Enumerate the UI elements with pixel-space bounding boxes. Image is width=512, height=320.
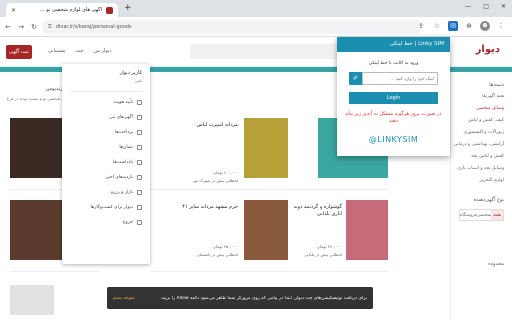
linkysim-popup: Linky SIM | خط لینکی ورود به اکانت با خط… [337,37,450,156]
clock-icon [137,175,142,180]
listing-price: ۲۸۰,۰۰۰ تومان [317,244,342,249]
sidebar-item-cosmetics[interactable]: آرایشی، بهداشتی و درمانی [454,142,504,147]
listing-meta: لحظاتی پیش در بلدانی [304,252,342,257]
reload-icon[interactable]: ↻ [29,23,39,31]
segment-personal[interactable]: شخصی [477,210,491,220]
browser-tab[interactable]: آگهی های لوازم شخصی تو ... ✕ [6,3,118,17]
sidebar-item-clothing[interactable]: کیف، کفش و لباس [459,118,504,123]
listing-card[interactable]: جرم مشهد مردانه سایز ۴۱ ۴۵۰,۰۰۰ تومان لح… [150,200,290,272]
segment-store[interactable]: فروشگاه [460,210,477,220]
menu-item-payments[interactable]: پرداخت‌ها [70,130,142,135]
shield-icon [137,100,142,105]
sidebar-heading: دسته‌ها [489,82,504,88]
toast-message: برای دریافت نوتیفیکیشن‌های چت دیوار، ابت… [160,295,367,301]
segment-all[interactable]: همه [491,210,503,220]
listing-image [244,200,290,260]
menu-dots-icon[interactable]: ⋮ [496,21,506,31]
menu-item-logout[interactable]: خروج [70,220,142,225]
listing-title: مردانه اسپرت لباس [196,122,238,128]
user-menu-dropdown: کاربر دیوار تلفن تأیید هویت آگهی‌های من … [62,64,150,264]
support-warning: در صورت بروز هرگونه مشکل به آیدی زیر پیا… [345,111,442,124]
close-window-button[interactable]: ✕ [501,3,506,10]
list-icon [137,115,142,120]
menu-item-bookmarks[interactable]: نشان‌ها [70,145,142,150]
site-favicon-icon [106,6,113,14]
sidebar-area-heading[interactable]: محدوده [459,261,504,267]
post-ad-button[interactable]: ثبت آگهی [6,45,32,59]
sidebar-item-jewelry[interactable]: زیورآلات و اکسسوری [459,130,504,135]
maximize-button[interactable]: □ [483,3,489,10]
url-text: divar.ir/s/karaj/personal-goods [55,24,132,30]
nav-my-divar[interactable]: دیوار من [93,48,111,54]
sidebar-item-personal[interactable]: وسایل شخصی [459,106,504,111]
menu-item-recent[interactable]: بازدیدهای اخیر [70,175,142,180]
popup-header: Linky SIM | خط لینکی [337,37,450,52]
browser-toolbar: ← → ↻ ⚿ divar.ir/s/karaj/personal-goods … [0,17,512,37]
menu-item-notes[interactable]: یادداشت‌ها [70,160,142,165]
key-icon: ✐ [349,72,362,85]
listing-image [346,200,388,260]
header-nav: دیوار من چت پشتیبانی [48,48,112,54]
menu-item-market[interactable]: بازار و رزرو [70,190,142,195]
forward-icon[interactable]: → [16,23,26,31]
nav-support[interactable]: پشتیبانی [48,48,65,54]
listing-price: ۶۰۰,۰۰۰ تومان [213,170,238,175]
toast-dismiss-button[interactable]: متوجه شدم [113,296,135,301]
bookmark-icon [137,145,142,150]
minimize-button[interactable]: — [465,3,471,10]
nav-chat[interactable]: چت [75,48,83,54]
menu-item-business[interactable]: دیوار برای کسب‌وکارها [70,205,142,210]
extensions-icon[interactable]: ⊕ [464,21,474,31]
listing-title: گوشواره و گردنبند دونه اناری بلدانی [293,204,342,217]
browser-tab-strip: آگهی های لوازم شخصی تو ... ✕ + — □ ✕ [0,0,512,17]
briefcase-icon [137,205,142,210]
listing-meta: لحظاتی پیش در باغستان [196,252,238,257]
listing-price: ۴۵۰,۰۰۰ تومان [213,244,238,249]
divar-logo[interactable]: دیوار [476,44,500,55]
address-bar[interactable]: ⚿ divar.ir/s/karaj/personal-goods [42,20,422,34]
notification-toast: برای دریافت نوتیفیکیشن‌های چت دیوار، ابت… [107,287,373,309]
listing-meta: لحظاتی پیش در شهرک نور [192,178,238,183]
dropdown-user-phone: تلفن [134,78,142,83]
menu-item-my-ads[interactable]: آگهی‌های من [70,115,142,120]
listing-card[interactable]: گوشواره و گردنبند دونه اناری بلدانی ۲۸۰,… [288,200,388,272]
share-icon[interactable]: ⇪ [416,21,426,31]
listing-card[interactable]: مردانه اسپرت لباس ۶۰۰,۰۰۰ تومان لحظاتی پ… [150,118,290,190]
listing-image [244,118,290,178]
back-icon[interactable]: ← [3,23,13,31]
login-button[interactable]: Login [349,92,438,104]
new-tab-button[interactable]: + [124,3,132,13]
lock-icon: ⚿ [48,24,52,30]
card-icon [137,130,142,135]
bookmark-star-icon[interactable]: ☆ [432,21,442,31]
store-icon [137,190,142,195]
sidebar-item-toys[interactable]: وسایل بچه و اسباب بازی [457,166,504,171]
window-controls: — □ ✕ [465,3,506,10]
category-sidebar: دسته‌ها همه آگهی‌ها وسایل شخصی کیف، کفش … [450,72,512,320]
support-handle[interactable]: @LINKYSIM [337,135,450,144]
sidebar-item-stationery[interactable]: لوازم التحریر [459,178,504,183]
toolbar-icons: ⇪ ☆ ✉ ⊕ ☻ ⋮ [416,21,506,31]
link-input-row: ✐ [349,72,438,85]
logout-icon [137,220,142,225]
note-icon [137,160,142,165]
close-tab-icon[interactable]: ✕ [11,7,16,14]
sidebar-item-kids-clothing[interactable]: کفش و لباس بچه [459,154,504,159]
listing-image-shoes[interactable] [10,285,54,315]
divider [70,91,142,92]
linkysim-extension-icon[interactable]: ✉ [448,21,458,31]
profile-avatar-icon[interactable]: ☻ [480,21,490,31]
tab-title: آگهی های لوازم شخصی تو ... [40,7,102,13]
listing-title: جرم مشهد مردانه سایز ۴۱ [182,204,238,210]
sidebar-type-heading: نوع آگهی‌دهنده [473,197,504,203]
advertiser-type-toggle: همه شخصی فروشگاه [459,209,504,221]
sidebar-item-all[interactable]: همه آگهی‌ها [459,94,504,99]
link-input[interactable] [362,72,438,85]
menu-item-verify[interactable]: تأیید هویت [70,100,142,105]
popup-label: ورود به اکانت با خط لینکی [368,61,419,66]
dropdown-user-name: کاربر دیوار [119,70,142,76]
